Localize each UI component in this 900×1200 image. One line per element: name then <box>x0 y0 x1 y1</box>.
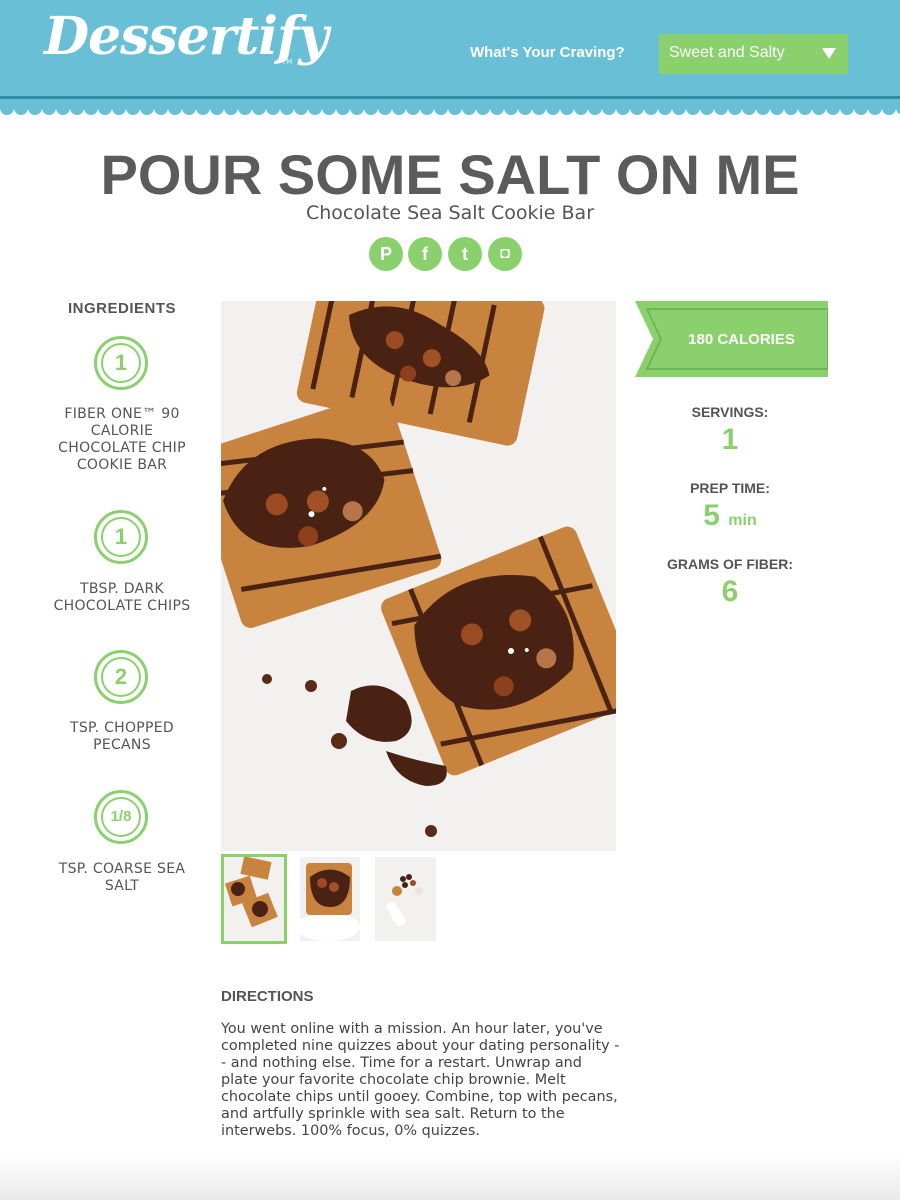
ingredient-line: FIBER ONE™ 90 <box>64 406 180 422</box>
logo-trademark: TM <box>282 58 293 66</box>
ingredient-line: CHOCOLATE CHIP <box>58 440 186 456</box>
ingredient-text: TSP. COARSE SEA SALT <box>32 861 212 895</box>
twitter-icon[interactable]: t <box>448 237 482 271</box>
ingredient-qty: 1 <box>101 343 141 383</box>
ingredient-line: TBSP. DARK <box>80 581 164 597</box>
cookie-bar-illustration <box>221 301 616 851</box>
pinterest-icon[interactable]: P <box>369 237 403 271</box>
craving-selected-value: Sweet and Salty <box>669 44 785 61</box>
instagram-icon[interactable]: ◘ <box>488 237 522 271</box>
ingredient-text: FIBER ONE™ 90 CALORIE CHOCOLATE CHIP COO… <box>32 406 212 474</box>
ingredients-heading: INGREDIENTS <box>67 300 176 317</box>
recipe-subtitle: Chocolate Sea Salt Cookie Bar <box>305 202 595 224</box>
scallop-border <box>0 106 900 120</box>
ingredient-line: COOKIE BAR <box>76 457 168 473</box>
ingredient-qty: 1/8 <box>101 797 141 837</box>
chevron-down-icon <box>822 48 836 59</box>
calories-value: 180 CALORIES <box>688 331 795 348</box>
facebook-icon[interactable]: f <box>408 237 442 271</box>
prep-time-unit: min <box>728 512 757 529</box>
ingredient-qty-badge: 1/8 <box>94 790 148 844</box>
craving-dropdown[interactable]: Sweet and Salty <box>659 34 848 74</box>
ingredient-line: TSP. CHOPPED <box>69 720 175 736</box>
directions-text: You went online with a mission. An hour … <box>221 1021 620 1139</box>
ingredient-line: TSP. COARSE SEA <box>58 861 186 877</box>
ingredient-line: PECANS <box>93 737 151 753</box>
thumbnail-2[interactable] <box>300 857 360 941</box>
ingredient-qty: 1 <box>101 517 141 557</box>
craving-label: What's Your Craving? <box>470 44 625 61</box>
recipe-photo <box>221 301 616 851</box>
ingredient-line: CHOCOLATE CHIPS <box>53 598 191 614</box>
ingredient-line: CALORIE <box>90 423 154 439</box>
ingredient-qty: 2 <box>101 657 141 697</box>
directions-heading: DIRECTIONS <box>221 988 314 1005</box>
prep-time-value: 5 min <box>640 499 820 533</box>
ingredient-text: TSP. CHOPPED PECANS <box>32 720 212 754</box>
ingredient-line: SALT <box>104 878 140 894</box>
page-bottom-fade <box>0 1155 900 1200</box>
servings-label: SERVINGS: <box>691 404 769 420</box>
recipe-title: POUR SOME SALT ON ME <box>100 143 800 206</box>
ingredient-text: TBSP. DARK CHOCOLATE CHIPS <box>32 581 212 615</box>
ingredient-qty-badge: 2 <box>94 650 148 704</box>
ingredient-qty-badge: 1 <box>94 336 148 390</box>
prep-time-label: PREP TIME: <box>690 480 770 496</box>
ingredient-qty-badge: 1 <box>94 510 148 564</box>
servings-value: 1 <box>721 423 739 456</box>
thumbnail-3[interactable] <box>375 857 436 941</box>
prep-time-number: 5 <box>703 499 720 532</box>
fiber-label: GRAMS OF FIBER: <box>667 556 793 572</box>
fiber-value: 6 <box>721 575 739 608</box>
thumbnail-1[interactable] <box>221 854 287 944</box>
